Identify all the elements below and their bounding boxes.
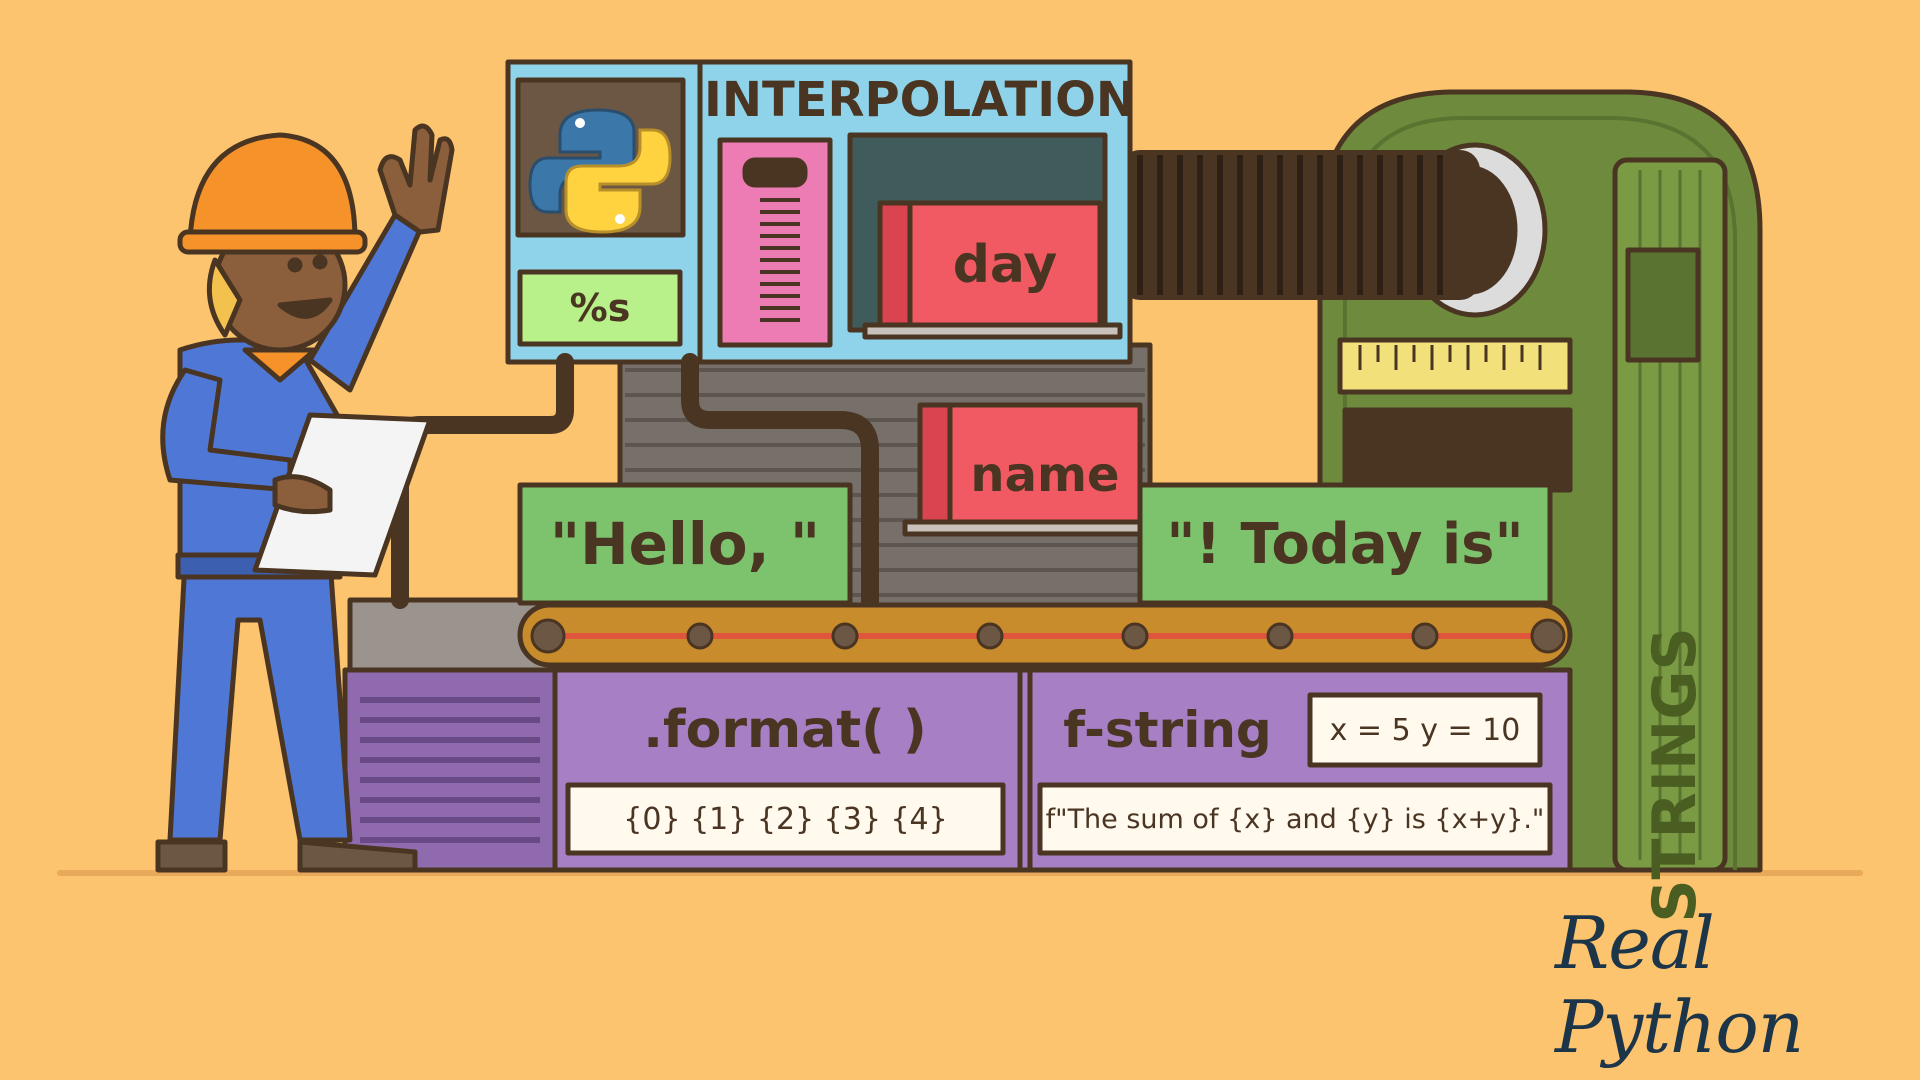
fstring-example: f"The sum of {x} and {y} is {x+y}." <box>1045 803 1545 835</box>
format-label: .format( ) <box>643 700 927 760</box>
today-label: "! Today is" <box>1166 511 1524 577</box>
day-label: day <box>952 235 1058 295</box>
conveyor-belt <box>517 602 1573 668</box>
format-example: {0} {1} {2} {3} {4} <box>623 801 948 837</box>
percent-s-label: %s <box>569 286 631 330</box>
fstring-label: f-string <box>1063 701 1272 759</box>
name-label: name <box>970 447 1120 503</box>
spring-coil-icon <box>1120 150 1480 300</box>
hello-label: "Hello, " <box>549 510 821 578</box>
xy-values: x = 5 y = 10 <box>1329 712 1521 748</box>
real-python-logo: Real Python <box>1555 901 1804 1069</box>
interpolation-title: INTERPOLATION <box>703 72 1137 128</box>
strings-label: STRINGS <box>1640 627 1710 923</box>
